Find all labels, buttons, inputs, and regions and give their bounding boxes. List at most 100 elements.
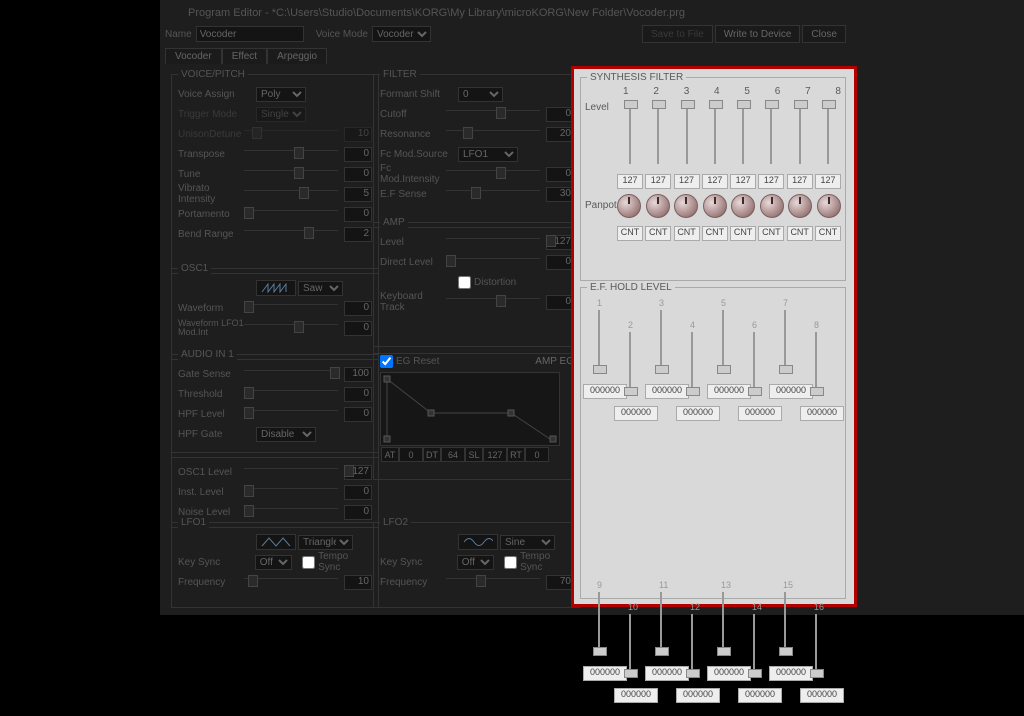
adsr-rt-value[interactable]: 0 [525,447,549,462]
osc1-lfo1-modint-slider[interactable] [244,324,338,337]
amp-eg-graph[interactable]: AT0 DT64 SL127 RT0 [380,372,560,446]
osc1-waveform-value[interactable]: 0 [344,301,372,316]
eg-reset-check[interactable]: EG Reset [380,355,439,368]
lfo1-temposync-check[interactable]: Tempo Sync [302,551,372,573]
ef-hold-slider-14[interactable] [746,614,762,682]
ef-hold-value-16[interactable]: 000000 [800,688,844,703]
keyboard-track-slider[interactable] [446,298,540,311]
synth-level-value-5[interactable]: 127 [730,174,756,189]
lfo1-keysync-select[interactable]: Off [255,555,292,570]
noise-level-slider[interactable] [244,508,338,521]
voice-mode-select[interactable]: Vocoder [372,26,431,42]
ef-hold-slider-3[interactable] [653,310,669,378]
panpot-value-2[interactable]: CNT [645,226,671,241]
portamento-slider[interactable] [244,210,338,223]
tab-vocoder[interactable]: Vocoder [165,48,222,64]
osc1-lfo1-modint-value[interactable]: 0 [344,321,372,336]
keyboard-track-value[interactable]: 0 [546,295,574,310]
panpot-value-7[interactable]: CNT [787,226,813,241]
panpot-knob-3[interactable] [674,194,698,218]
ef-hold-slider-1[interactable] [591,310,607,378]
program-name-input[interactable] [196,26,304,42]
panpot-knob-2[interactable] [646,194,670,218]
cutoff-value[interactable]: 0 [546,107,574,122]
synth-level-value-8[interactable]: 127 [815,174,841,189]
ef-hold-slider-13[interactable] [715,592,731,660]
ef-hold-value-9[interactable]: 000000 [583,666,627,681]
synth-level-slider-1[interactable] [622,100,638,170]
direct-level-value[interactable]: 0 [546,255,574,270]
ef-hold-value-12[interactable]: 000000 [676,688,720,703]
formant-shift-select[interactable]: 0 [458,87,503,102]
tab-arpeggio[interactable]: Arpeggio [267,48,327,64]
panpot-value-5[interactable]: CNT [730,226,756,241]
synth-level-value-7[interactable]: 127 [787,174,813,189]
resonance-slider[interactable] [446,130,540,143]
tab-effect[interactable]: Effect [222,48,267,64]
ef-hold-value-3[interactable]: 000000 [645,384,689,399]
inst-level-slider[interactable] [244,488,338,501]
fc-mod-source-select[interactable]: LFO1 [458,147,518,162]
direct-level-slider[interactable] [446,258,540,271]
lfo2-temposync-check[interactable]: Tempo Sync [504,551,574,573]
osc1-level-slider[interactable] [244,468,338,481]
panpot-knob-1[interactable] [617,194,641,218]
lfo1-frequency-slider[interactable] [244,578,338,591]
ef-hold-slider-5[interactable] [715,310,731,378]
lfo2-frequency-value[interactable]: 70 [546,575,574,590]
osc1-wave-select[interactable]: Saw [298,281,343,296]
panpot-knob-6[interactable] [760,194,784,218]
hpf-gate-select[interactable]: Disable [256,427,316,442]
ef-hold-slider-11[interactable] [653,592,669,660]
synth-level-slider-7[interactable] [792,100,808,170]
synth-level-value-4[interactable]: 127 [702,174,728,189]
ef-hold-value-1[interactable]: 000000 [583,384,627,399]
ef-hold-value-14[interactable]: 000000 [738,688,782,703]
synth-level-slider-5[interactable] [735,100,751,170]
panpot-value-6[interactable]: CNT [758,226,784,241]
ef-hold-slider-9[interactable] [591,592,607,660]
ef-hold-slider-6[interactable] [746,332,762,400]
ef-hold-slider-12[interactable] [684,614,700,682]
synth-level-value-2[interactable]: 127 [645,174,671,189]
fc-mod-intensity-slider[interactable] [446,170,540,183]
hpf-level-slider[interactable] [244,410,338,423]
synth-level-slider-8[interactable] [820,100,836,170]
write-to-device-button[interactable]: Write to Device [715,25,801,43]
vibrato-intensity-value[interactable]: 5 [344,187,372,202]
threshold-value[interactable]: 0 [344,387,372,402]
ef-hold-slider-8[interactable] [808,332,824,400]
panpot-value-1[interactable]: CNT [617,226,643,241]
panpot-knob-7[interactable] [788,194,812,218]
ef-hold-value-10[interactable]: 000000 [614,688,658,703]
adsr-dt-value[interactable]: 64 [441,447,465,462]
ef-hold-slider-7[interactable] [777,310,793,378]
lfo1-frequency-value[interactable]: 10 [344,575,372,590]
panpot-knob-8[interactable] [817,194,841,218]
bend-range-slider[interactable] [244,230,338,243]
osc1-waveform-slider[interactable] [244,304,338,317]
ef-hold-value-2[interactable]: 000000 [614,406,658,421]
panpot-knob-5[interactable] [731,194,755,218]
panpot-value-4[interactable]: CNT [702,226,728,241]
transpose-slider[interactable] [244,150,338,163]
synth-level-value-1[interactable]: 127 [617,174,643,189]
gate-sense-value[interactable]: 100 [344,367,372,382]
threshold-slider[interactable] [244,390,338,403]
osc1-wave-icon[interactable] [256,280,296,296]
lfo2-frequency-slider[interactable] [446,578,540,591]
adsr-at-value[interactable]: 0 [399,447,423,462]
inst-level-value[interactable]: 0 [344,485,372,500]
lfo2-keysync-select[interactable]: Off [457,555,494,570]
synth-level-slider-2[interactable] [650,100,666,170]
portamento-value[interactable]: 0 [344,207,372,222]
synth-level-slider-3[interactable] [679,100,695,170]
gate-sense-slider[interactable] [244,370,338,383]
noise-level-value[interactable]: 0 [344,505,372,520]
tune-value[interactable]: 0 [344,167,372,182]
cutoff-slider[interactable] [446,110,540,123]
transpose-value[interactable]: 0 [344,147,372,162]
vibrato-intensity-slider[interactable] [244,190,338,203]
fc-mod-intensity-value[interactable]: 0 [546,167,574,182]
resonance-value[interactable]: 20 [546,127,574,142]
